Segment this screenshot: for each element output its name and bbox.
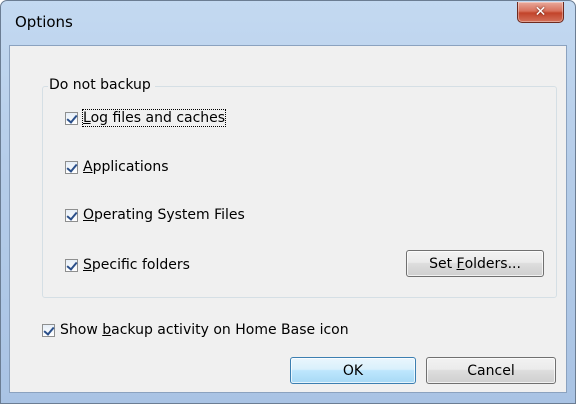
applications-checkbox[interactable] [65,160,78,174]
dialog-content: Do not backup Log files and caches Appli… [9,45,567,393]
close-icon: ✕ [534,4,547,20]
checkbox-show-activity[interactable]: Show backup activity on Home Base icon [42,322,349,338]
os-files-label: Operating System Files [83,207,245,223]
window-title: Options [15,13,73,31]
log-files-label: Log files and caches [81,109,227,127]
options-dialog: Options ✕ Do not backup Log files and ca… [0,0,576,404]
set-folders-button[interactable]: Set Folders... [406,250,544,277]
ok-button[interactable]: OK [290,357,416,384]
show-activity-checkbox[interactable] [42,323,55,337]
log-files-checkbox[interactable] [65,111,78,125]
title-bar[interactable]: Options ✕ [1,1,575,45]
specific-folders-checkbox[interactable] [65,258,78,272]
checkbox-log-files[interactable]: Log files and caches [65,109,227,127]
checkbox-os-files[interactable]: Operating System Files [65,207,245,223]
checkbox-specific-folders[interactable]: Specific folders [65,257,190,273]
group-legend: Do not backup [48,77,155,93]
checkbox-applications[interactable]: Applications [65,159,169,175]
applications-label: Applications [83,159,169,175]
cancel-button[interactable]: Cancel [426,357,556,384]
show-activity-label: Show backup activity on Home Base icon [60,322,349,338]
specific-folders-label: Specific folders [83,257,190,273]
close-button[interactable]: ✕ [517,2,564,23]
os-files-checkbox[interactable] [65,208,78,222]
